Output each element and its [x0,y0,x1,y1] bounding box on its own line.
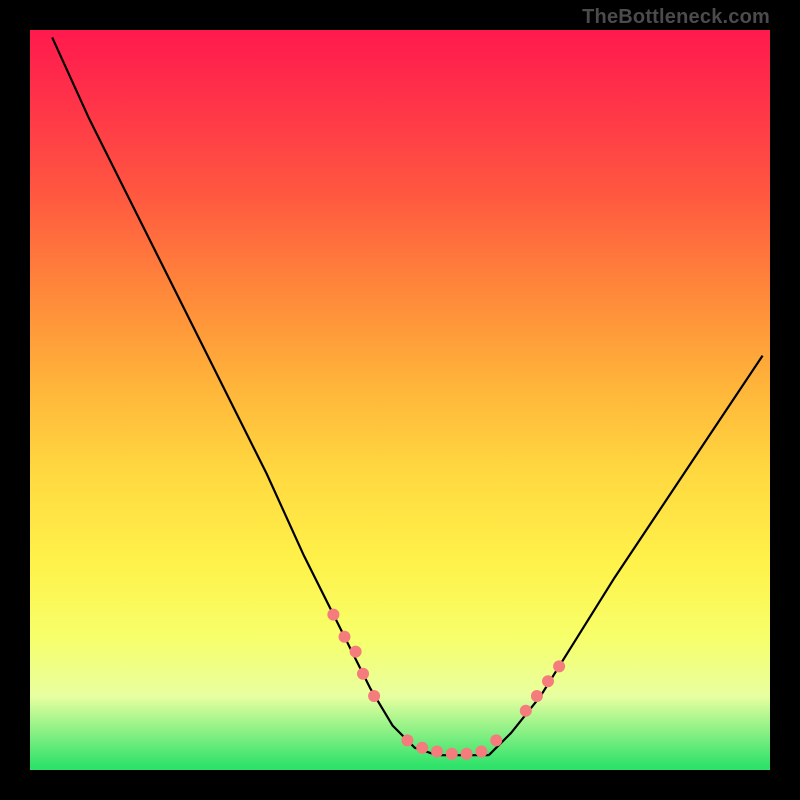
data-marker [446,748,458,760]
data-marker [461,748,473,760]
data-marker [475,746,487,758]
data-marker [416,742,428,754]
data-marker [327,609,339,621]
data-marker [401,734,413,746]
left-curve [52,37,489,755]
watermark-text: TheBottleneck.com [582,6,770,29]
data-marker [520,705,532,717]
data-marker [531,690,543,702]
data-marker [490,734,502,746]
right-curve [489,356,763,756]
data-marker [368,690,380,702]
data-markers [327,609,565,760]
data-marker [542,675,554,687]
chart-svg [30,30,770,770]
data-marker [350,646,362,658]
data-marker [357,668,369,680]
data-marker [431,746,443,758]
data-marker [339,631,351,643]
chart-stage: TheBottleneck.com [0,0,800,800]
data-marker [553,660,565,672]
